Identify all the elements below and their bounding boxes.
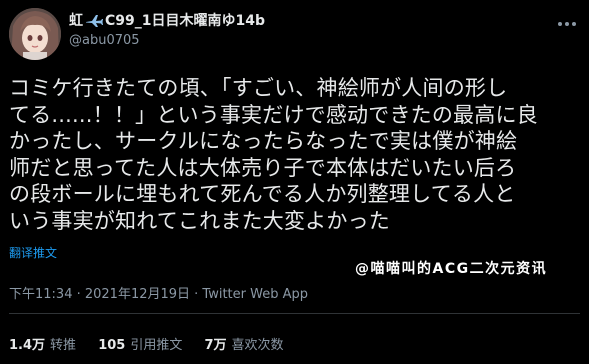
translate-tweet-link[interactable]: 翻译推文	[9, 245, 57, 261]
display-name-part2: C99_1日目木曜南ゆ14b	[105, 13, 266, 29]
tweet-card: 虹 C99_1日目木曜南ゆ14b @abu0705 コミケ行きたての頃、「すごい…	[0, 0, 589, 364]
tweet-text: コミケ行きたての頃、「すごい、神絵师が人间の形し てる......！！」という事…	[9, 75, 584, 234]
tweet-line: かったし、サークルになったらなったで実は僕が神絵	[9, 129, 518, 153]
display-name-part1: 虹	[69, 13, 83, 29]
tweet-stats: 1.4万 转推 105 引用推文 7万 喜欢次数	[9, 334, 302, 353]
retweets-count: 1.4万	[9, 338, 46, 353]
tweet-line: てる......！！」という事実だけで感动できたの最高に良	[9, 102, 538, 127]
quotes-count: 105	[98, 338, 126, 353]
tweet-line: いう事実が知れてこれまた大変よかった	[9, 208, 390, 233]
airplane-icon	[85, 14, 103, 28]
quotes-stat[interactable]: 105 引用推文	[98, 334, 182, 353]
watermark: @喵喵叫的ACG二次元资讯	[355, 261, 548, 277]
avatar[interactable]	[9, 8, 61, 60]
tweet-meta[interactable]: 下午11:34 · 2021年12月19日 · Twitter Web App	[9, 283, 308, 302]
user-handle[interactable]: @abu0705	[69, 32, 265, 50]
user-info: 虹 C99_1日目木曜南ゆ14b @abu0705	[69, 12, 265, 50]
divider	[9, 313, 580, 314]
tweet-line: コミケ行きたての頃、「すごい、神絵师が人间の形し	[9, 76, 508, 100]
more-icon[interactable]	[556, 14, 578, 26]
likes-count: 7万	[204, 338, 227, 353]
retweets-stat[interactable]: 1.4万 转推	[9, 334, 76, 353]
quotes-label: 引用推文	[130, 338, 183, 353]
display-name[interactable]: 虹 C99_1日目木曜南ゆ14b	[69, 12, 265, 30]
retweets-label: 转推	[50, 338, 77, 353]
tweet-line: 师だと思ってた人は大体売り子で本体はだいたい后ろ	[9, 155, 517, 180]
likes-label: 喜欢次数	[231, 338, 284, 353]
likes-stat[interactable]: 7万 喜欢次数	[204, 334, 283, 353]
tweet-line: の段ボールに埋もれて死んでる人か列整理してる人と	[9, 182, 516, 206]
